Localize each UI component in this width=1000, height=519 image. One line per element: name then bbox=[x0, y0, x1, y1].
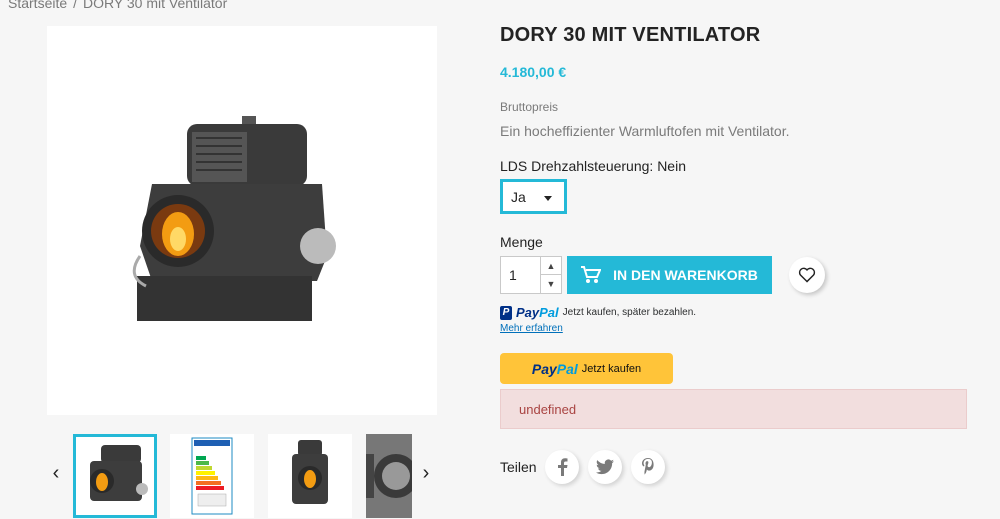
tax-label: Bruttopreis bbox=[500, 100, 559, 114]
product-main-image[interactable] bbox=[47, 26, 437, 415]
chevron-up-icon[interactable]: ▲ bbox=[540, 257, 561, 275]
paypal-logo: PayPal bbox=[516, 305, 559, 320]
cart-icon bbox=[581, 266, 602, 283]
quantity-input[interactable]: 1 bbox=[509, 267, 517, 283]
chevron-right-icon[interactable]: › bbox=[416, 462, 436, 485]
thumbnail-4[interactable] bbox=[366, 434, 412, 518]
wishlist-button[interactable] bbox=[789, 257, 825, 293]
thumbnail-2[interactable] bbox=[170, 434, 254, 518]
product-description: Ein hocheffizienter Warmluftofen mit Ven… bbox=[500, 123, 790, 139]
error-alert: undefined bbox=[500, 389, 967, 429]
stove-detail-thumbnail bbox=[366, 434, 412, 518]
twitter-share-button[interactable] bbox=[588, 450, 622, 484]
stove-image bbox=[132, 115, 336, 321]
paypal-icon: P bbox=[500, 305, 512, 320]
paypal-message-text: Jetzt kaufen, später bezahlen. bbox=[562, 307, 697, 318]
stove-thumbnail bbox=[90, 445, 148, 501]
add-to-cart-label: IN DEN WARENKORB bbox=[613, 267, 758, 283]
paypal-checkout-button[interactable]: PayPal Jetzt kaufen bbox=[500, 353, 673, 384]
heart-icon bbox=[798, 267, 816, 283]
thumbnail-3[interactable] bbox=[268, 434, 352, 518]
variant-label: LDS Drehzahlsteuerung: Nein bbox=[500, 158, 686, 174]
thumbnail-1[interactable] bbox=[73, 434, 157, 518]
chevron-left-icon[interactable]: ‹ bbox=[46, 462, 66, 485]
twitter-icon bbox=[596, 459, 614, 475]
add-to-cart-button[interactable]: IN DEN WARENKORB bbox=[567, 256, 772, 294]
breadcrumb-home-link[interactable]: Startseite bbox=[8, 0, 67, 11]
breadcrumb-current: DORY 30 mit Ventilator bbox=[83, 0, 228, 11]
product-price: 4.180,00 € bbox=[500, 64, 567, 80]
paypal-button-logo: PayPal bbox=[531, 360, 578, 377]
chevron-down-icon[interactable]: ▼ bbox=[540, 275, 561, 293]
pinterest-icon bbox=[642, 458, 654, 475]
thumbnail-carousel: ‹ › bbox=[40, 432, 440, 519]
caret-down-icon bbox=[544, 196, 552, 201]
facebook-icon bbox=[558, 458, 568, 476]
facebook-share-button[interactable] bbox=[545, 450, 579, 484]
pinterest-share-button[interactable] bbox=[631, 450, 665, 484]
variant-select[interactable]: Ja bbox=[500, 179, 567, 214]
breadcrumb: Startseite / DORY 30 mit Ventilator bbox=[8, 0, 227, 11]
product-title: DORY 30 MIT VENTILATOR bbox=[500, 24, 761, 46]
variant-select-value: Ja bbox=[511, 189, 526, 205]
share-label: Teilen bbox=[500, 459, 537, 475]
quantity-stepper[interactable]: 1 ▲ ▼ bbox=[500, 256, 562, 294]
error-alert-text: undefined bbox=[519, 402, 577, 417]
quantity-label: Menge bbox=[500, 234, 543, 250]
paypal-learn-more-link[interactable]: Mehr erfahren bbox=[500, 323, 563, 334]
paypal-button-text: Jetzt kaufen bbox=[581, 362, 642, 375]
breadcrumb-separator: / bbox=[73, 0, 78, 11]
energy-label-thumbnail bbox=[191, 437, 233, 515]
stove-front-thumbnail bbox=[292, 440, 328, 504]
paypal-message: P PayPal Jetzt kaufen, später bezahlen. bbox=[500, 305, 696, 320]
